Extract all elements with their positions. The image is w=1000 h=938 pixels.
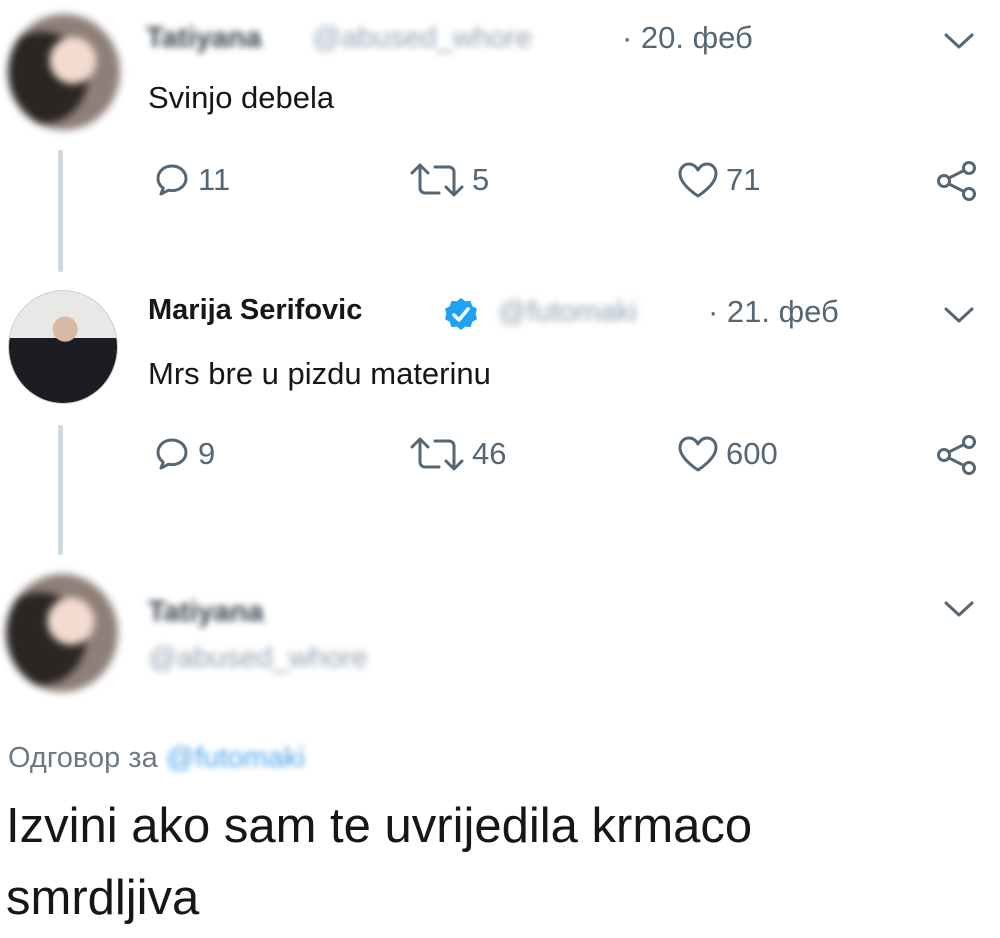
avatar[interactable] <box>8 290 118 404</box>
user-handle[interactable]: @futomaki <box>498 296 637 329</box>
like-count: 600 <box>726 436 778 471</box>
like-count: 71 <box>726 162 761 197</box>
reply-to-line: Одговор за @futomaki <box>8 742 305 775</box>
chevron-down-icon[interactable] <box>942 304 976 326</box>
retweet-icon <box>410 163 464 197</box>
reply-text-line-2: smrdljiva <box>6 871 200 925</box>
retweet-button[interactable]: 5 <box>408 160 489 200</box>
reply-icon <box>156 164 188 196</box>
retweet-button[interactable]: 46 <box>408 434 506 474</box>
share-icon[interactable] <box>935 434 979 476</box>
reply-button[interactable]: 11 <box>152 160 230 200</box>
thread-line <box>58 425 63 555</box>
like-button[interactable]: 600 <box>676 434 778 474</box>
avatar[interactable] <box>8 14 120 130</box>
retweet-icon <box>410 437 464 471</box>
reply-to-label: Одговор за <box>8 742 158 774</box>
tweet-date[interactable]: · 20. феб <box>622 20 753 56</box>
reply-text-line-1: Izvini ako sam te uvrijedila krmaco <box>6 799 753 853</box>
share-icon[interactable] <box>935 160 979 202</box>
reply-count: 11 <box>198 162 231 197</box>
user-name[interactable]: Tatiyana <box>148 596 264 629</box>
avatar[interactable] <box>6 574 118 692</box>
thread-line <box>58 150 63 272</box>
like-icon <box>678 162 718 198</box>
user-name[interactable]: Marija Serifovic <box>148 294 362 327</box>
retweet-count: 46 <box>472 436 507 471</box>
user-handle[interactable]: @abused_whore <box>312 22 532 55</box>
tweet-date[interactable]: · 21. феб <box>708 294 839 330</box>
reply-to-mention[interactable]: @futomaki <box>166 742 305 774</box>
reply-button[interactable]: 9 <box>152 434 215 474</box>
tweet-text: Svinjo debela <box>148 80 335 115</box>
user-name[interactable]: Tatiyana <box>146 22 262 55</box>
verified-badge-icon <box>445 298 477 330</box>
like-icon <box>678 436 718 472</box>
retweet-count: 5 <box>472 162 490 197</box>
like-button[interactable]: 71 <box>676 160 760 200</box>
reply-icon <box>156 438 188 470</box>
user-handle[interactable]: @abused_whore <box>148 642 368 675</box>
chevron-down-icon[interactable] <box>942 30 976 52</box>
chevron-down-icon[interactable] <box>942 598 976 620</box>
reply-count: 9 <box>198 436 216 471</box>
tweet-text: Mrs bre u pizdu materinu <box>148 356 491 391</box>
